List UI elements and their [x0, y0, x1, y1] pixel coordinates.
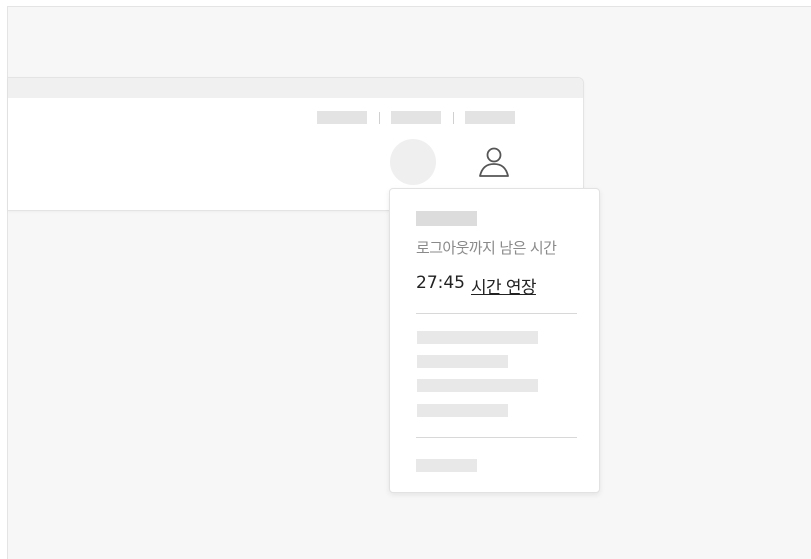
menu-item-placeholder-4[interactable] — [417, 404, 508, 417]
username-placeholder — [416, 211, 477, 226]
logout-placeholder[interactable] — [416, 459, 477, 472]
user-icon-graphic — [479, 147, 509, 177]
session-timer: 27:45 — [416, 273, 465, 293]
top-bar — [8, 78, 583, 98]
utility-link-placeholder-2[interactable] — [391, 111, 441, 124]
user-icon[interactable] — [477, 145, 511, 179]
utility-link-placeholder-1[interactable] — [317, 111, 367, 124]
extend-session-link[interactable]: 시간 연장 — [471, 273, 537, 298]
utility-separator — [379, 112, 380, 124]
menu-item-placeholder-1[interactable] — [417, 331, 538, 344]
avatar-placeholder[interactable] — [390, 139, 436, 185]
menu-divider — [416, 313, 577, 314]
logout-remaining-label: 로그아웃까지 남은 시간 — [416, 239, 557, 257]
utility-link-placeholder-3[interactable] — [465, 111, 515, 124]
page-background: 로그아웃까지 남은 시간 27:45 시간 연장 — [7, 6, 811, 559]
menu-item-placeholder-3[interactable] — [417, 379, 538, 392]
utility-separator — [453, 112, 454, 124]
user-dropdown-menu: 로그아웃까지 남은 시간 27:45 시간 연장 — [389, 188, 600, 493]
menu-divider — [416, 437, 577, 438]
menu-item-placeholder-2[interactable] — [417, 355, 508, 368]
